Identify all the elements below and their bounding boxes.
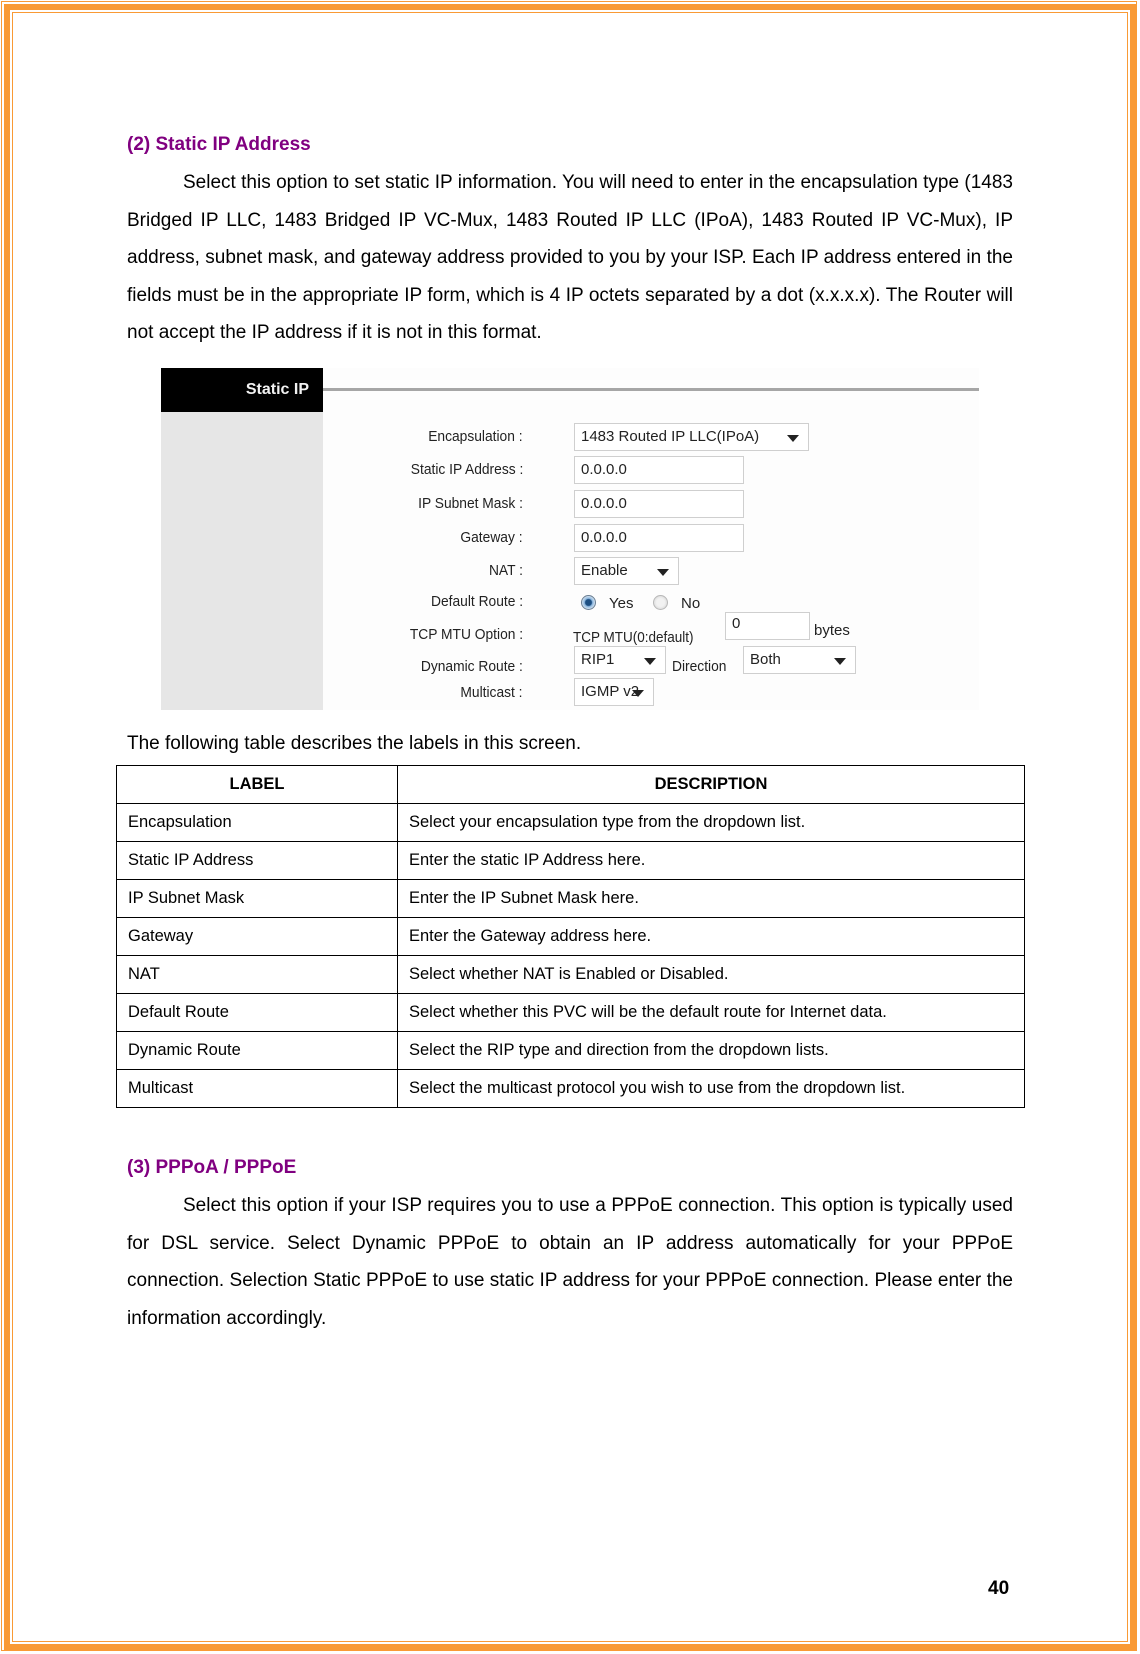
default-route-yes-label: Yes [609,595,634,612]
static-ip-input[interactable]: 0.0.0.0 [574,456,744,484]
table-row: Gateway Enter the Gateway address here. [116,917,1025,956]
static-ip-label: Static IP Address : [410,461,523,478]
chevron-down-icon [834,658,846,665]
subnet-mask-label: IP Subnet Mask : [418,495,523,512]
gateway-label: Gateway : [460,529,523,546]
multicast-label: Multicast : [460,684,523,701]
row-label: Dynamic Route [116,1031,398,1070]
table-row: Static IP Address Enter the static IP Add… [116,841,1025,880]
nat-value: Enable [581,562,628,579]
row-description: Select whether this PVC will be the defa… [397,993,1025,1032]
row-label: IP Subnet Mask [116,879,398,918]
table-row: Encapsulation Select your encapsulation t… [116,803,1025,842]
default-route-label: Default Route : [430,593,523,610]
section-heading-pppoa-pppoe: (3) PPPoA / PPPoE [127,1157,297,1178]
dynamic-route-label: Dynamic Route : [420,658,523,675]
default-route-no-radio[interactable] [653,595,668,610]
table-row: Dynamic Route Select the RIP type and dir… [116,1031,1025,1070]
encapsulation-value: 1483 Routed IP LLC(IPoA) [581,428,760,445]
row-label: Gateway [116,917,398,956]
page-number: 40 [988,1578,1010,1599]
gateway-input[interactable]: 0.0.0.0 [574,524,744,552]
multicast-select[interactable]: IGMP v2 [574,678,654,706]
row-description: Enter the IP Subnet Mask here. [397,879,1025,918]
column-header-label: LABEL [116,765,398,804]
table-row: IP Subnet Mask Enter the IP Subnet Mask h… [116,879,1025,918]
row-label: NAT [116,955,398,994]
column-header-description: DESCRIPTION [397,765,1025,804]
chevron-down-icon [644,658,656,665]
default-route-yes-radio[interactable] [581,595,596,610]
table-row: NAT Select whether NAT is Enabled or Disa… [116,955,1025,994]
direction-select[interactable]: Both [743,646,856,674]
row-label: Encapsulation [116,803,398,842]
table-header-row: LABEL DESCRIPTION [116,765,1025,804]
nat-label: NAT : [489,562,523,579]
chevron-down-icon [657,569,669,576]
screenshot-divider [323,388,979,391]
direction-value: Both [750,651,781,668]
tcp-mtu-prefix: TCP MTU(0:default) [573,629,694,646]
screenshot-sidebar [161,368,323,710]
row-description: Select your encapsulation type from the … [397,803,1025,842]
screenshot-section-title: Static IP [161,368,323,412]
table-row: Multicast Select the multicast protocol y… [116,1069,1025,1108]
row-label: Multicast [116,1069,398,1108]
table-caption: The following table describes the labels… [127,733,582,754]
direction-label: Direction [672,658,727,675]
chevron-down-icon [787,435,799,442]
section-heading-static-ip: (2) Static IP Address [127,134,311,155]
row-description: Select the RIP type and direction from t… [397,1031,1025,1070]
subnet-mask-input[interactable]: 0.0.0.0 [574,490,744,518]
chevron-down-icon [632,690,644,697]
multicast-value: IGMP v2 [581,683,640,700]
label-description-table: LABEL DESCRIPTION Encapsulation Select yo… [116,765,1025,1108]
section-paragraph-static-ip: Select this option to set static IP info… [127,172,1013,343]
tcp-mtu-input[interactable]: 0 [725,612,810,640]
default-route-no-label: No [681,595,701,612]
dynamic-route-select[interactable]: RIP1 [574,646,666,674]
nat-select[interactable]: Enable [574,557,679,585]
row-description: Select the multicast protocol you wish t… [397,1069,1025,1108]
tcp-mtu-label: TCP MTU Option : [409,626,523,643]
row-description: Select whether NAT is Enabled or Disable… [397,955,1025,994]
dynamic-route-value: RIP1 [581,651,615,668]
row-description: Enter the Gateway address here. [397,917,1025,956]
row-label: Static IP Address [116,841,398,880]
static-ip-screenshot: Static IP Encapsulation : 1483 Routed IP… [161,368,979,710]
row-label: Default Route [116,993,398,1032]
row-description: Enter the static IP Address here. [397,841,1025,880]
section-paragraph-pppoa-pppoe: Select this option if your ISP requires … [127,1195,1013,1329]
table-row: Default Route Select whether this PVC wil… [116,993,1025,1032]
encapsulation-select[interactable]: 1483 Routed IP LLC(IPoA) [574,423,809,451]
tcp-mtu-unit: bytes [814,622,850,639]
encapsulation-label: Encapsulation : [428,428,523,445]
